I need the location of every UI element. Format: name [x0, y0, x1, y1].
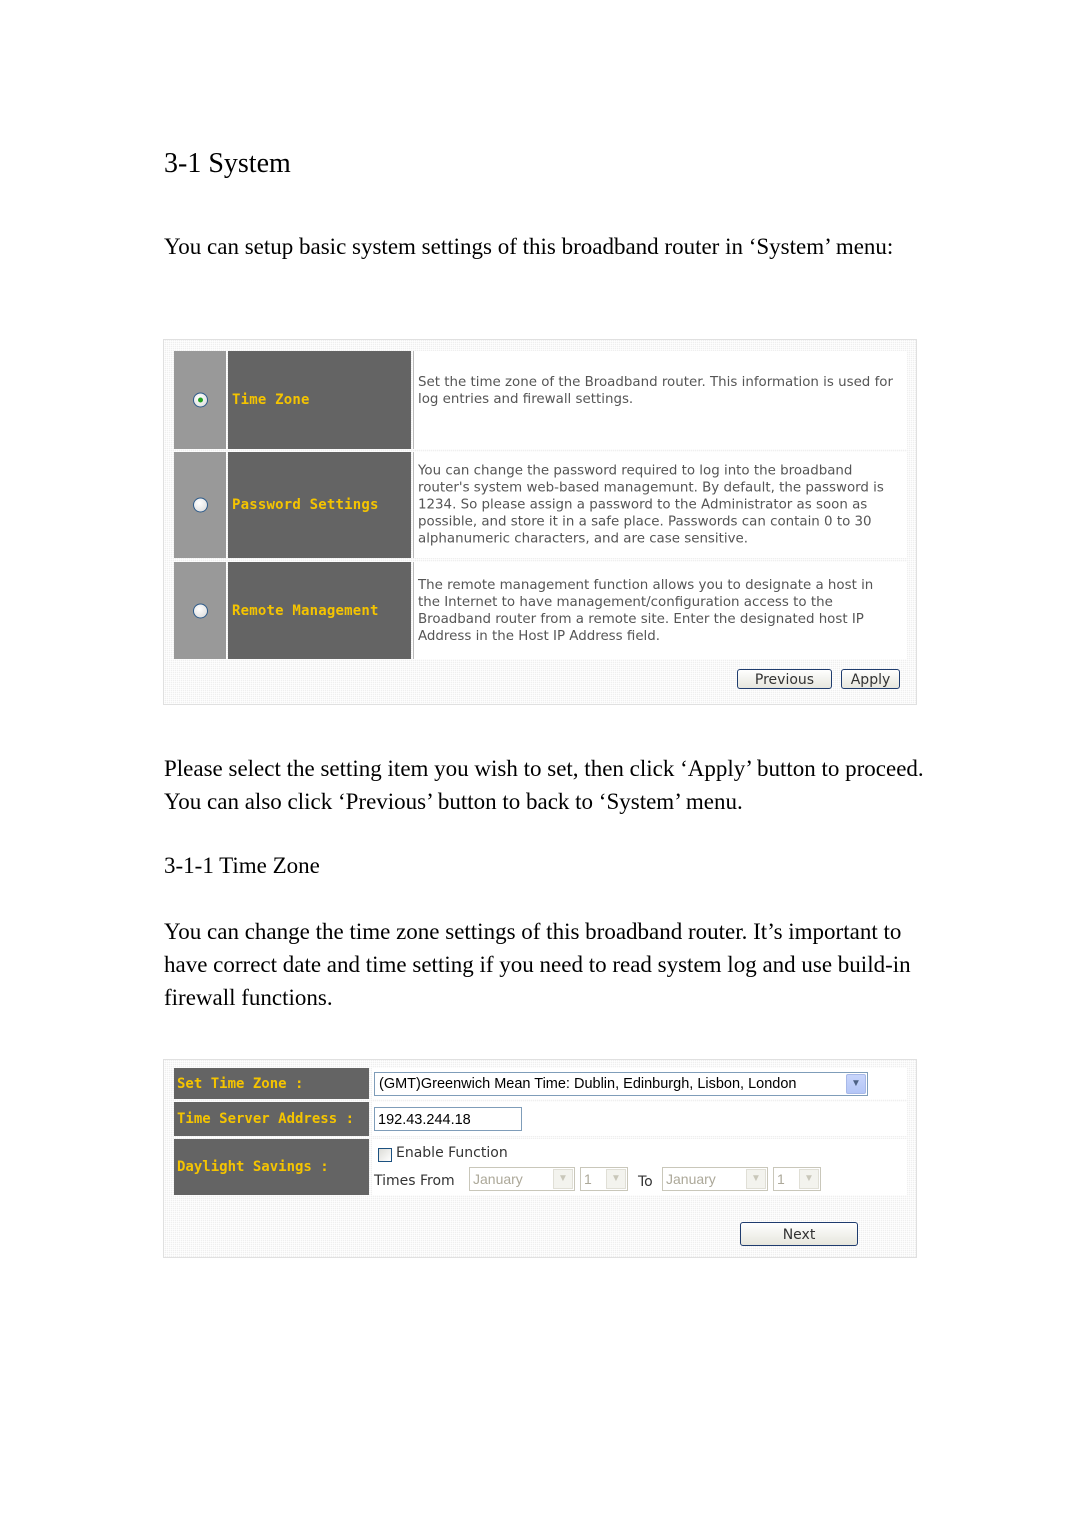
from-day-select[interactable]: 1 ▼	[580, 1167, 628, 1191]
time-zone-form-panel: Set Time Zone : (GMT)Greenwich Mean Time…	[163, 1059, 917, 1258]
set-time-zone-row: Set Time Zone : (GMT)Greenwich Mean Time…	[174, 1068, 907, 1099]
chevron-down-icon[interactable]: ▼	[606, 1169, 626, 1189]
menu-label-time-zone: Time Zone	[232, 392, 310, 408]
to-day-value: 1	[777, 1171, 785, 1187]
from-month-value: January	[473, 1171, 523, 1187]
apply-button[interactable]: Apply	[841, 669, 900, 689]
daylight-savings-row: Daylight Savings : Enable Function Times…	[174, 1139, 907, 1195]
from-day-value: 1	[584, 1171, 592, 1187]
chevron-down-icon[interactable]: ▼	[799, 1169, 819, 1189]
menu-label-password-settings: Password Settings	[232, 497, 379, 513]
intro-paragraph: You can setup basic system settings of t…	[164, 234, 894, 259]
to-month-select[interactable]: January ▼	[662, 1167, 768, 1191]
time-server-row: Time Server Address : 192.43.244.18	[174, 1102, 907, 1136]
chevron-down-icon[interactable]: ▼	[553, 1169, 573, 1189]
time-server-label: Time Server Address :	[177, 1111, 355, 1127]
system-menu-panel: Time Zone Set the time zone of the Broad…	[163, 339, 917, 705]
to-day-select[interactable]: 1 ▼	[773, 1167, 821, 1191]
next-button[interactable]: Next	[740, 1222, 858, 1246]
time-server-input[interactable]: 192.43.244.18	[374, 1107, 522, 1131]
radio-remote-management[interactable]	[193, 603, 208, 618]
radio-time-zone[interactable]	[193, 392, 208, 408]
from-month-select[interactable]: January ▼	[469, 1167, 575, 1191]
menu-row-time-zone: Time Zone Set the time zone of the Broad…	[174, 351, 907, 449]
chevron-down-icon[interactable]: ▼	[746, 1169, 766, 1189]
to-month-value: January	[666, 1171, 716, 1187]
menu-label-remote-management: Remote Management	[232, 602, 379, 619]
menu-description-remote-management: The remote management function allows yo…	[418, 577, 874, 644]
chevron-down-icon[interactable]: ▼	[846, 1074, 866, 1094]
previous-button[interactable]: Previous	[737, 669, 832, 689]
timezone-intro-paragraph: You can change the time zone settings of…	[164, 919, 911, 1010]
subsection-heading: 3-1-1 Time Zone	[164, 853, 320, 878]
enable-function-checkbox[interactable]	[378, 1148, 392, 1162]
instructions-paragraph: Please select the setting item you wish …	[164, 756, 924, 814]
menu-description-time-zone: Set the time zone of the Broadband route…	[418, 375, 893, 407]
time-zone-select[interactable]: (GMT)Greenwich Mean Time: Dublin, Edinbu…	[374, 1072, 868, 1096]
time-zone-select-value: (GMT)Greenwich Mean Time: Dublin, Edinbu…	[379, 1076, 797, 1092]
section-heading: 3-1 System	[164, 148, 291, 179]
menu-row-password-settings: Password Settings You can change the pas…	[174, 452, 907, 558]
enable-function-label[interactable]: Enable Function	[396, 1145, 508, 1161]
radio-password-settings[interactable]	[193, 497, 208, 513]
to-label: To	[638, 1174, 653, 1190]
times-from-label: Times From	[374, 1173, 455, 1189]
menu-row-remote-management: Remote Management The remote management …	[174, 562, 907, 659]
menu-description-password-settings: You can change the password required to …	[418, 463, 884, 547]
daylight-savings-label: Daylight Savings :	[177, 1159, 329, 1175]
set-time-zone-label: Set Time Zone :	[177, 1075, 304, 1092]
